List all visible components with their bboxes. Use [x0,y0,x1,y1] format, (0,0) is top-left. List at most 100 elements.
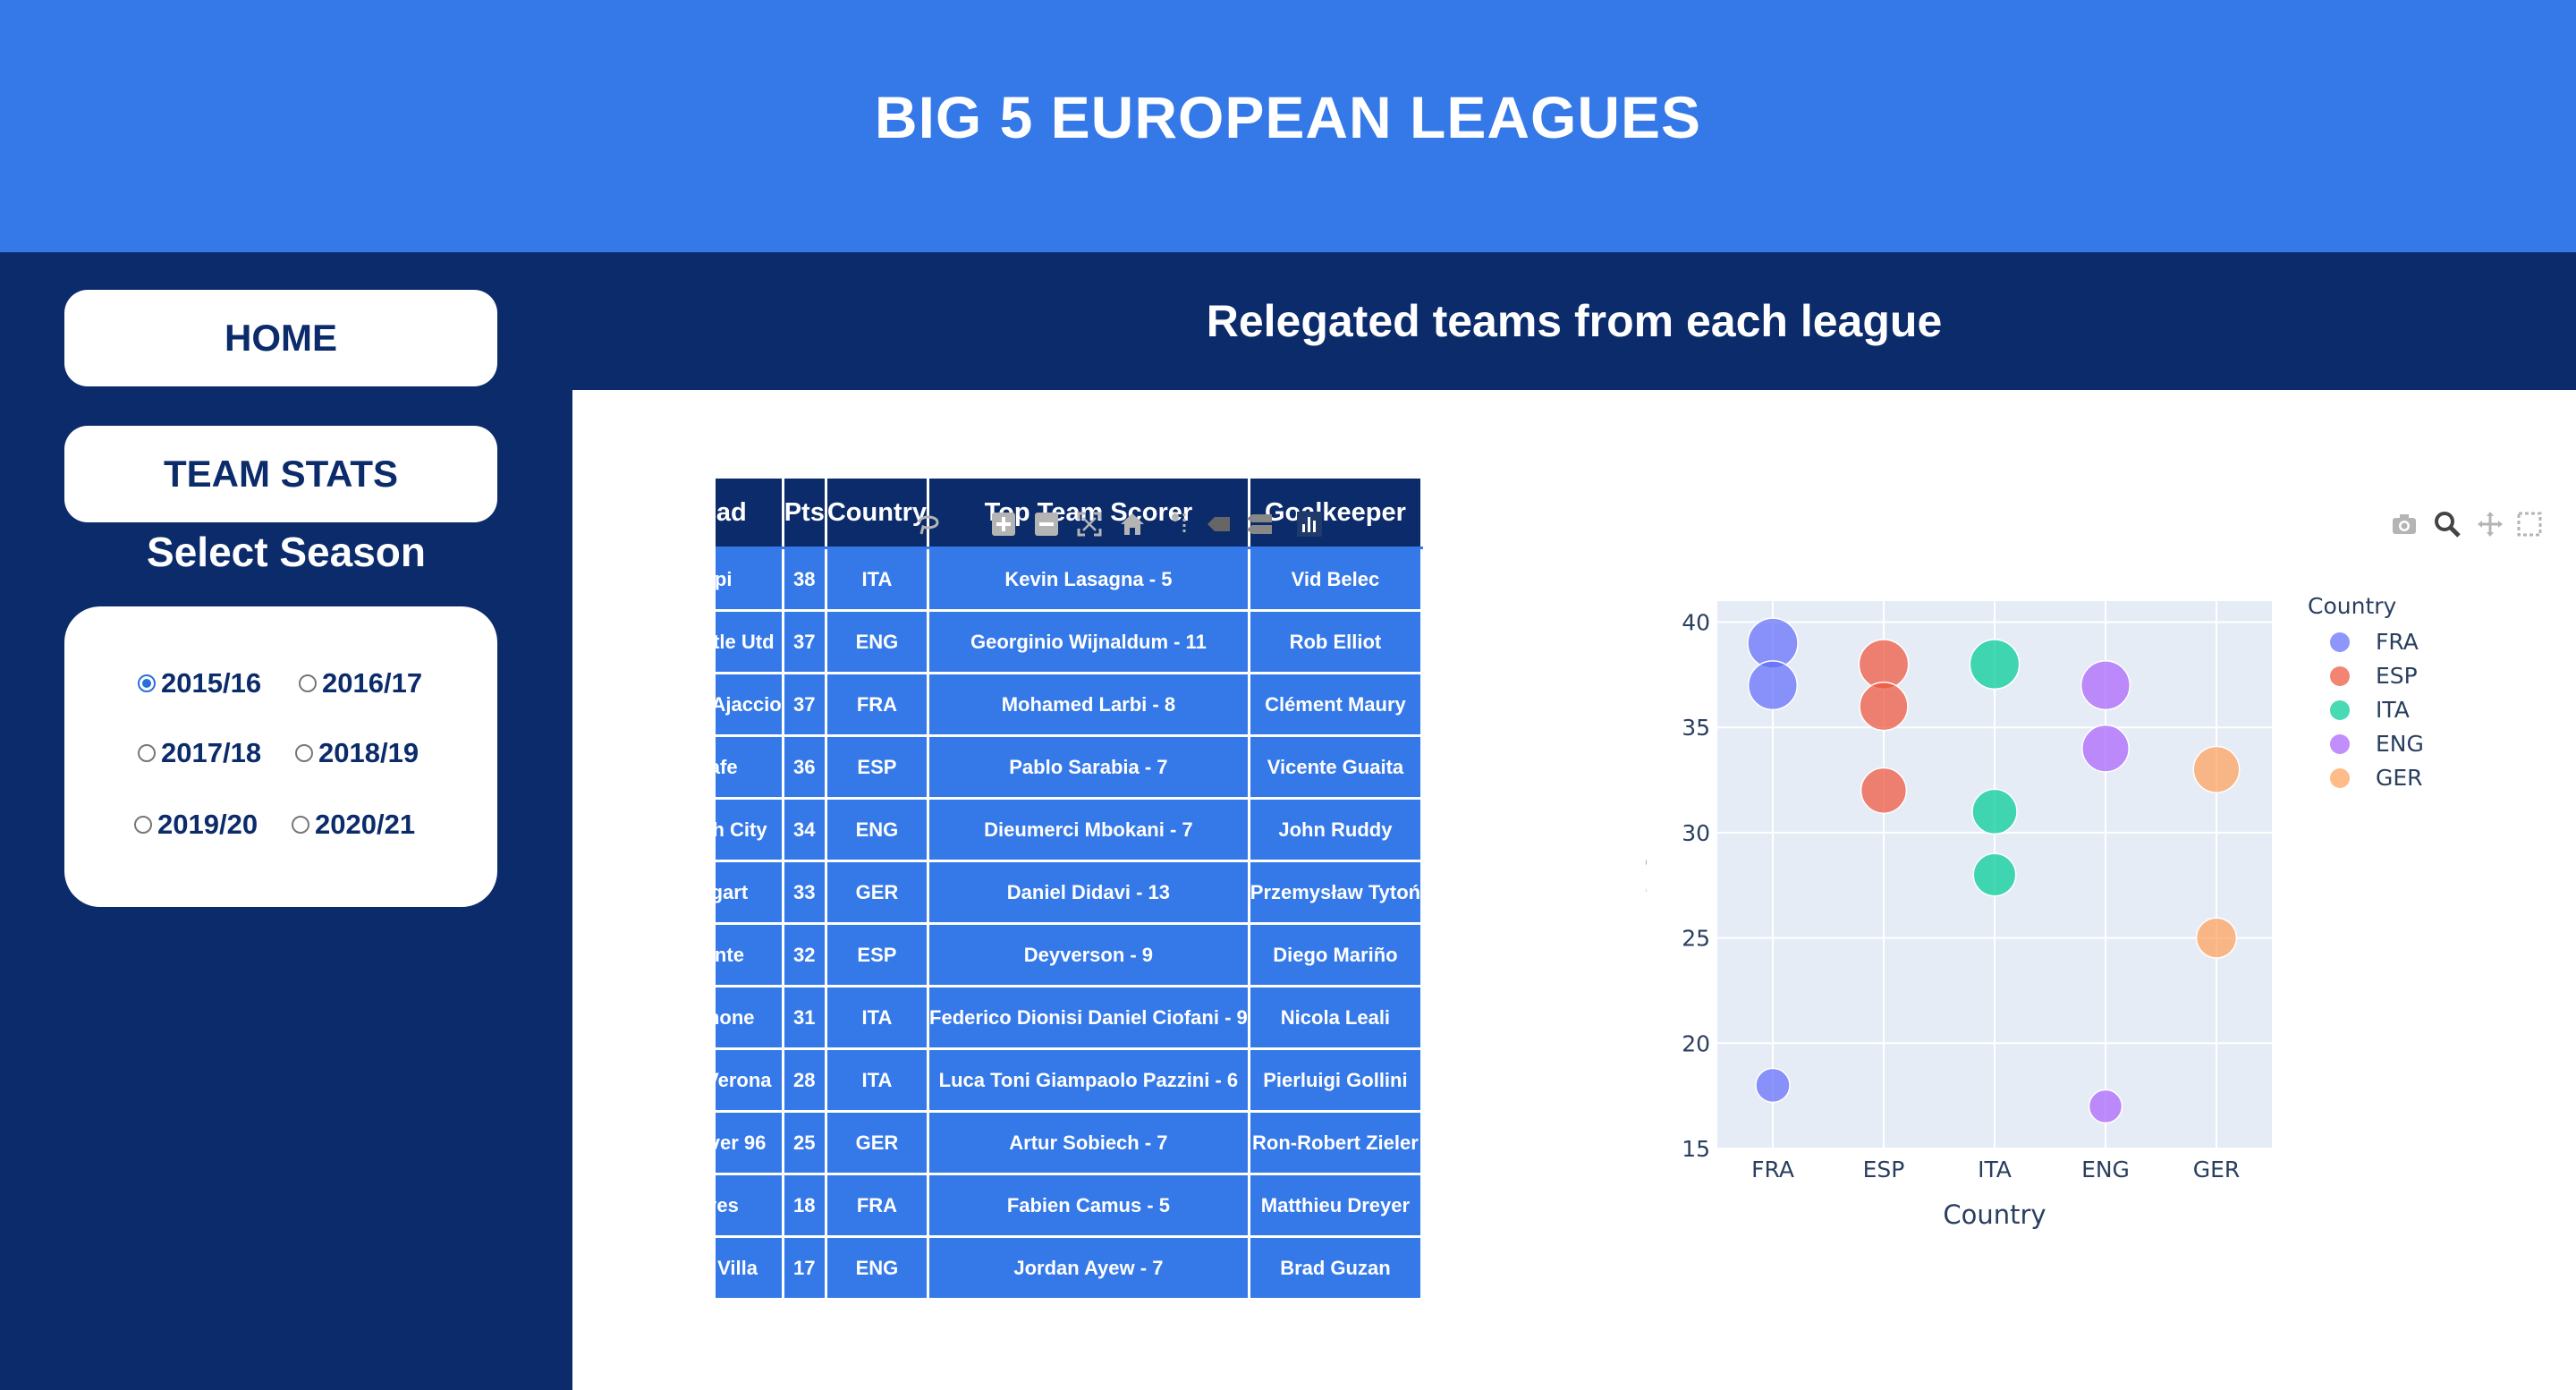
cell-goalkeeper: Brad Guzan [1247,1235,1424,1301]
season-radio-group: 2015/16 2016/17 2017/18 2018/19 2019/20 … [64,606,497,907]
cell-goalkeeper: Diego Mariño [1247,922,1424,987]
home-button[interactable]: HOME [64,290,497,386]
y-tick-label: 20 [1682,1030,1710,1056]
table-row[interactable]: Aston Villa17ENGJordan Ayew - 7Brad Guza… [716,1235,1424,1301]
y-tick-label: 40 [1682,610,1710,636]
table-row[interactable]: Hellas Verona28ITALuca Toni Giampaolo Pa… [716,1047,1424,1113]
table-row[interactable]: Getafe36ESPPablo Sarabia - 7Vicente Guai… [716,734,1424,800]
cell-goalkeeper: Clément Maury [1247,672,1424,737]
cell-goalkeeper: John Ruddy [1247,797,1424,862]
cell-goalkeeper: Nicola Leali [1247,985,1424,1050]
y-tick-label: 35 [1682,715,1710,741]
x-axis-title: Country [1943,1199,2046,1230]
column-header-squad[interactable]: Squad [716,476,784,549]
scatter-point-ita [1972,852,2017,897]
cell-top-team-scorer: Fabien Camus - 5 [927,1173,1250,1238]
autoscale-icon[interactable] [1073,508,1106,540]
relegation-scatter-plot[interactable]: 15 20 25 30 35 40 FRA ESP ITA ENG GER Country Pts Cou… [918,476,2542,1352]
cell-country: ITA [824,1047,930,1113]
table-row[interactable]: Frosinone31ITAFederico Dionisi Daniel Ci… [716,985,1424,1050]
season-radio-2017-18[interactable]: 2017/18 [138,737,261,769]
cell-pts: 25 [781,1110,827,1175]
legend-marker-ger [2330,768,2350,788]
reset-axes-icon[interactable] [1116,508,1148,540]
cell-country: ITA [824,985,930,1050]
scatter-point-esp [1858,639,1910,691]
legend-title: Country [2308,593,2397,619]
cell-top-team-scorer: Federico Dionisi Daniel Ciofani - 9 [927,985,1250,1050]
cell-squad: Carpi [716,547,784,612]
cell-country: ESP [824,734,930,800]
plotly-logo-icon[interactable] [1293,508,1326,540]
table-row[interactable]: Norwich City34ENGDieumerci Mbokani - 7Jo… [716,797,1424,862]
table-row[interactable]: Gazélec Ajaccio37FRAMohamed Larbi - 8Clé… [716,672,1424,737]
table-row[interactable]: Hannover 9625GERArtur Sobiech - 7Ron-Rob… [716,1110,1424,1175]
column-header-pts[interactable]: Pts [781,476,827,549]
legend-marker-eng [2330,734,2350,754]
radio-unchecked-icon[interactable] [295,744,313,762]
cell-pts: 37 [781,672,827,737]
cell-squad: Stuttgart [716,860,784,925]
radio-unchecked-icon[interactable] [134,816,152,834]
season-radio-2016-17[interactable]: 2016/17 [299,667,422,699]
cell-pts: 18 [781,1173,827,1238]
hover-compare-icon[interactable] [1243,508,1275,540]
table-row[interactable]: Carpi38ITAKevin Lasagna - 5Vid Belec [716,547,1424,612]
cell-squad: Frosinone [716,985,784,1050]
cell-pts: 32 [781,922,827,987]
cell-country: ESP [824,922,930,987]
table-row[interactable]: Levante32ESPDeyverson - 9Diego Mariño [716,922,1424,987]
team-stats-button[interactable]: TEAM STATS [64,426,497,522]
legend-marker-ita [2330,700,2350,720]
cell-squad: Norwich City [716,797,784,862]
legend-label-fra: FRA [2376,629,2419,655]
cell-top-team-scorer: Deyverson - 9 [927,922,1250,987]
radio-unchecked-icon[interactable] [292,816,309,834]
season-option-label: 2020/21 [315,809,416,840]
cell-squad: Hellas Verona [716,1047,784,1113]
cell-pts: 37 [781,609,827,674]
season-radio-2015-16[interactable]: 2015/16 [138,667,261,699]
cell-country: FRA [824,672,930,737]
cell-squad: Newcastle Utd [716,609,784,674]
spike-lines-icon[interactable] [1159,508,1191,540]
cell-goalkeeper: Matthieu Dreyer [1247,1173,1424,1238]
season-radio-2018-19[interactable]: 2018/19 [295,737,419,769]
cell-top-team-scorer: Pablo Sarabia - 7 [927,734,1250,800]
cell-country: FRA [824,1173,930,1238]
scatter-point-ita [1969,639,2021,691]
table-row[interactable]: Stuttgart33GERDaniel Didavi - 13Przemysł… [716,860,1424,925]
lasso-icon[interactable] [912,508,945,540]
scatter-point-ger [2192,745,2241,793]
cell-pts: 28 [781,1047,827,1113]
radio-checked-icon[interactable] [138,674,156,692]
scatter-point-ita [1971,788,2018,835]
table-row[interactable]: Troyes18FRAFabien Camus - 5Matthieu Drey… [716,1173,1424,1238]
y-tick-label: 30 [1682,820,1710,846]
cell-top-team-scorer: Georginio Wijnaldum - 11 [927,609,1250,674]
cell-top-team-scorer: Luca Toni Giampaolo Pazzini - 6 [927,1047,1250,1113]
scatter-point-fra [1755,1067,1791,1104]
legend-label-ger: GER [2376,765,2423,791]
radio-unchecked-icon[interactable] [299,674,317,692]
cell-top-team-scorer: Jordan Ayew - 7 [927,1235,1250,1301]
cell-pts: 31 [781,985,827,1050]
scatter-point-eng [2081,724,2130,773]
scatter-point-esp [1859,682,1909,732]
season-radio-2019-20[interactable]: 2019/20 [134,809,258,841]
table-row[interactable]: Newcastle Utd37ENGGeorginio Wijnaldum - … [716,609,1424,674]
relegated-table-container[interactable]: Squad Pts Country Top Team Scorer Goalke… [716,476,1431,1370]
zoom-in-icon[interactable] [987,508,1020,540]
cell-squad: Hannover 96 [716,1110,784,1175]
hover-closest-icon[interactable] [1202,508,1234,540]
cell-goalkeeper: Rob Elliot [1247,609,1424,674]
season-radio-2020-21[interactable]: 2020/21 [292,809,415,841]
cell-country: GER [824,1110,930,1175]
radio-unchecked-icon[interactable] [138,744,156,762]
cell-goalkeeper: Ron-Robert Zieler [1247,1110,1424,1175]
legend-label-eng: ENG [2376,731,2424,757]
cell-goalkeeper: Vid Belec [1247,547,1424,612]
cell-top-team-scorer: Mohamed Larbi - 8 [927,672,1250,737]
app-header: BIG 5 EUROPEAN LEAGUES [0,0,2576,252]
zoom-out-icon[interactable] [1030,508,1063,540]
